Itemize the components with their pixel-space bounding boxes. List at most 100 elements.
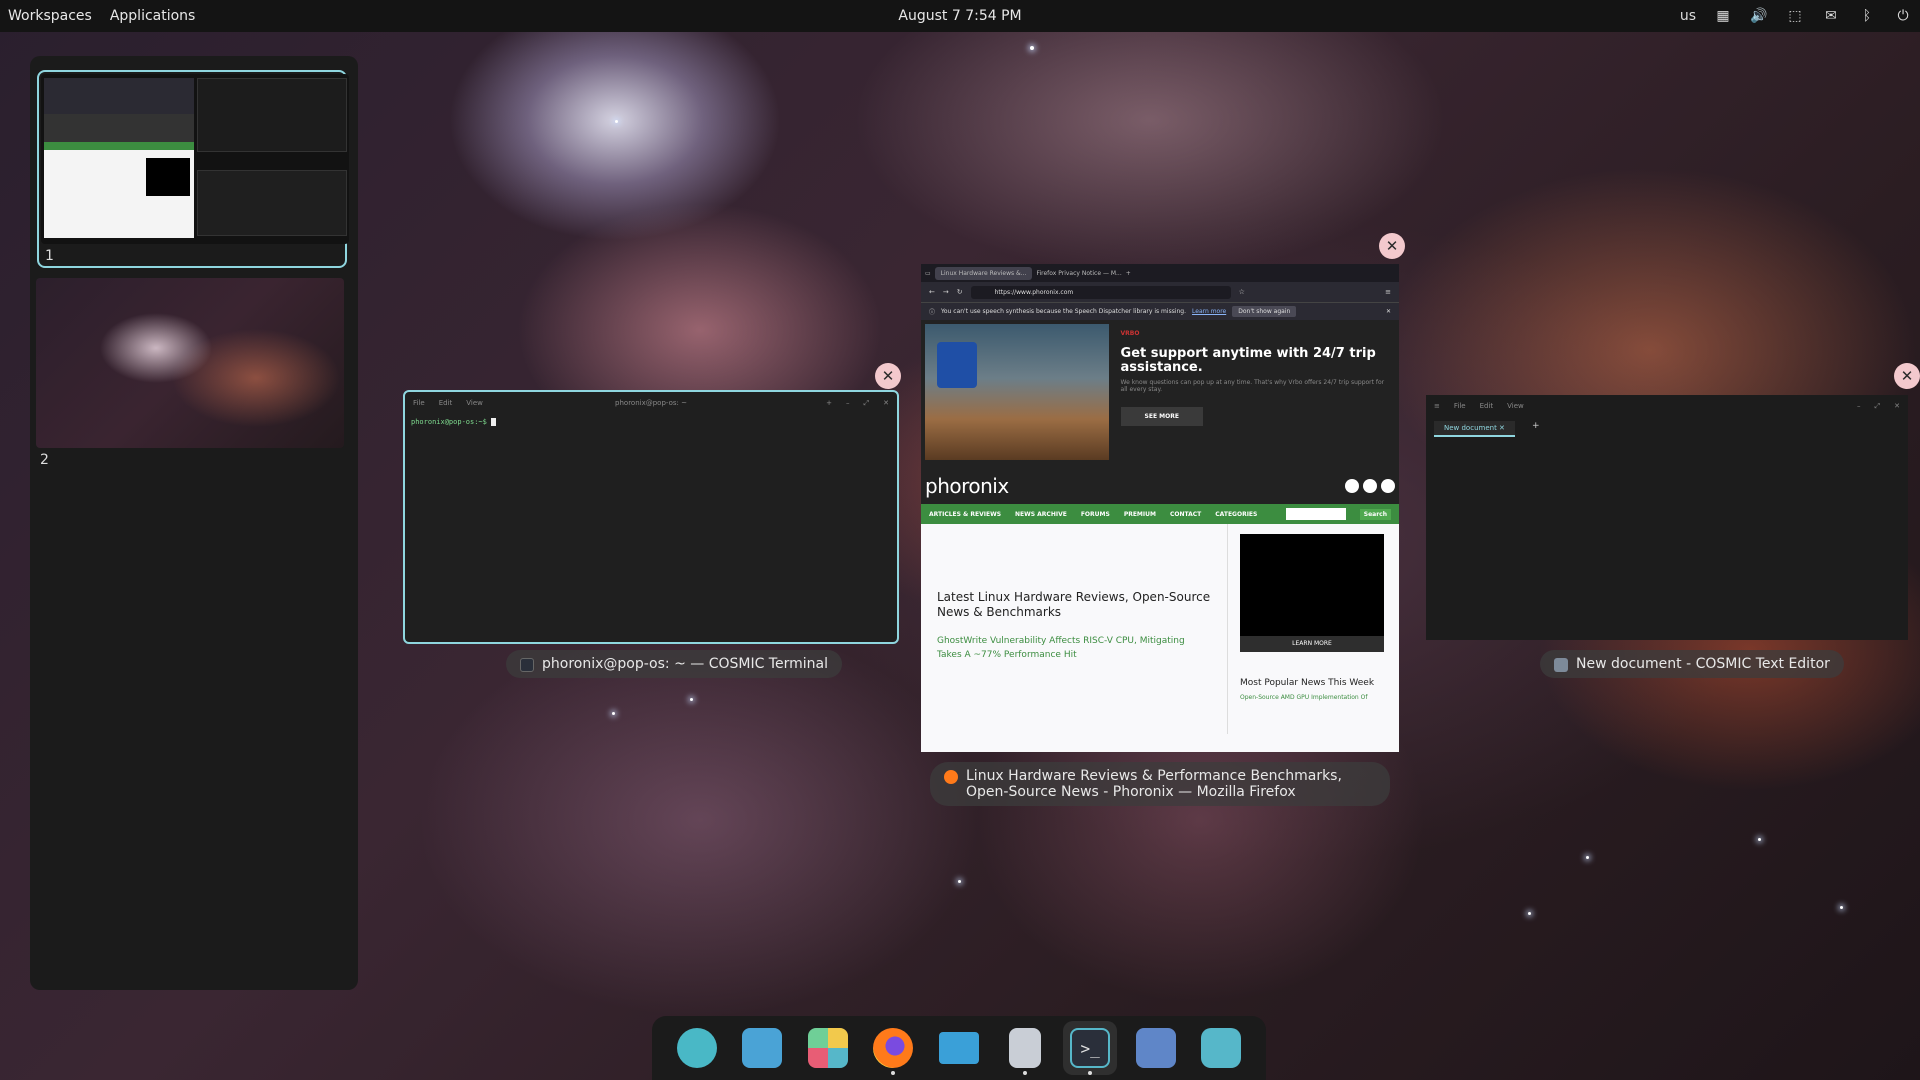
menu-icon[interactable]: ≡ (1385, 288, 1391, 296)
twitter-icon[interactable] (1363, 479, 1377, 493)
menu-file[interactable]: File (413, 399, 425, 407)
minimize-icon[interactable]: – (846, 399, 850, 408)
dock-settings[interactable] (1194, 1021, 1248, 1075)
star (1030, 46, 1034, 50)
close-notice-icon[interactable]: ✕ (1386, 308, 1391, 315)
tab-list-icon[interactable]: ▭ (925, 270, 931, 277)
maximize-icon[interactable]: ⤢ (1875, 402, 1881, 411)
applications-menu-button[interactable]: Applications (110, 8, 196, 24)
site-search-button[interactable]: Search (1359, 508, 1391, 520)
running-indicator (1022, 1071, 1027, 1075)
text-editor-window[interactable]: ≡ File Edit View – ⤢ ✕ New document ✕ + (1426, 395, 1908, 640)
app-grid-icon (807, 1028, 848, 1068)
dock-launcher[interactable] (670, 1021, 724, 1075)
phoronix-body: Latest Linux Hardware Reviews, Open-Sour… (921, 524, 1399, 734)
close-firefox-button[interactable]: ✕ (1379, 233, 1405, 259)
dock-files[interactable] (932, 1021, 986, 1075)
bluetooth-icon[interactable]: ᛒ (1858, 8, 1876, 24)
reload-icon[interactable]: ↻ (957, 288, 963, 296)
firefox-window-label[interactable]: Linux Hardware Reviews & Performance Ben… (930, 762, 1390, 806)
nav-categories[interactable]: CATEGORIES (1215, 511, 1257, 518)
popular-item-link[interactable]: Open-Source AMD GPU Implementation Of (1240, 694, 1387, 701)
minimize-icon[interactable]: – (1857, 402, 1861, 411)
star (615, 120, 618, 123)
star (1586, 856, 1589, 859)
new-tab-icon[interactable]: + (826, 399, 832, 408)
menu-view[interactable]: View (466, 399, 483, 407)
dock-text-editor[interactable] (998, 1021, 1052, 1075)
tab-privacy-notice[interactable]: Firefox Privacy Notice — M... (1036, 270, 1121, 277)
close-icon[interactable]: ✕ (1894, 402, 1900, 411)
dont-show-again-button[interactable]: Don't show again (1232, 306, 1297, 317)
tab-phoronix[interactable]: Linux Hardware Reviews &... (934, 266, 1033, 280)
dock-workspaces[interactable] (735, 1021, 789, 1075)
menu-view[interactable]: View (1507, 402, 1524, 410)
workspace-2-thumbnail (36, 278, 344, 448)
facebook-icon[interactable] (1345, 479, 1359, 493)
firefox-nav-bar: ← → ↻ https://www.phoronix.com ☆ ≡ (921, 282, 1399, 302)
menu-edit[interactable]: Edit (1480, 402, 1494, 410)
editor-window-label[interactable]: New document - COSMIC Text Editor (1540, 650, 1844, 678)
ad-body: We know questions can pop up at any time… (1120, 379, 1385, 393)
star (690, 698, 693, 701)
maximize-icon[interactable]: ⤢ (864, 399, 870, 408)
bookmark-star-icon[interactable]: ☆ (1239, 288, 1245, 296)
text-editor-icon (1008, 1028, 1041, 1068)
tiling-icon[interactable]: ▦ (1714, 8, 1732, 24)
star (1840, 906, 1843, 909)
new-tab-icon[interactable]: + (1126, 270, 1131, 277)
notifications-icon[interactable]: ✉ (1822, 8, 1840, 24)
thumb-editor-window (197, 78, 347, 152)
settings-toggle-icon (1201, 1028, 1242, 1068)
forward-icon[interactable]: → (943, 288, 949, 296)
network-icon[interactable]: ⬚ (1786, 8, 1804, 24)
power-icon[interactable]: ⏻ (1894, 8, 1912, 24)
close-editor-button[interactable]: ✕ (1894, 363, 1920, 389)
close-terminal-button[interactable]: ✕ (875, 363, 901, 389)
shop-icon (1135, 1028, 1176, 1068)
menu-edit[interactable]: Edit (439, 399, 453, 407)
workspace-2[interactable]: 2 (36, 278, 344, 468)
clock[interactable]: August 7 7:54 PM (898, 8, 1021, 24)
rss-icon[interactable] (1381, 479, 1395, 493)
firefox-window[interactable]: ▭ Linux Hardware Reviews &... Firefox Pr… (921, 264, 1399, 752)
thumb-firefox-window (44, 78, 194, 238)
sidebar-toggle-icon[interactable]: ≡ (1434, 402, 1440, 410)
terminal-content[interactable]: phoronix@pop-os:~$ (405, 414, 897, 430)
video-ad[interactable]: LEARN MORE (1240, 534, 1384, 652)
dock-applications[interactable] (801, 1021, 855, 1075)
phoronix-nav: ARTICLES & REVIEWS NEWS ARCHIVE FORUMS P… (921, 504, 1399, 524)
terminal-window[interactable]: File Edit View phoronix@pop-os: ~ + – ⤢ … (403, 390, 899, 644)
dock-firefox[interactable] (866, 1021, 920, 1075)
nav-news-archive[interactable]: NEWS ARCHIVE (1015, 511, 1067, 518)
nav-contact[interactable]: CONTACT (1170, 511, 1201, 518)
workspaces-menu-button[interactable]: Workspaces (8, 8, 92, 24)
nav-premium[interactable]: PREMIUM (1124, 511, 1156, 518)
editor-tab[interactable]: New document ✕ (1434, 421, 1515, 437)
thumb-terminal-window (197, 170, 347, 236)
nav-articles[interactable]: ARTICLES & REVIEWS (929, 511, 1001, 518)
keyboard-layout-indicator[interactable]: us (1680, 8, 1696, 24)
ad-banner[interactable]: VRBO Get support anytime with 24/7 trip … (921, 320, 1399, 468)
site-search-input[interactable] (1285, 508, 1346, 520)
learn-more-link[interactable]: Learn more (1192, 308, 1226, 315)
nav-forums[interactable]: FORUMS (1081, 511, 1110, 518)
url-bar[interactable]: https://www.phoronix.com (970, 285, 1231, 299)
ad-see-more-button[interactable]: SEE MORE (1120, 407, 1203, 426)
dock-terminal[interactable]: >_ (1063, 1021, 1118, 1075)
learn-more-button[interactable]: LEARN MORE (1240, 636, 1384, 652)
workspace-1[interactable]: 1 (37, 70, 349, 268)
close-icon[interactable]: ✕ (883, 399, 889, 408)
volume-icon[interactable]: 🔊 (1750, 8, 1768, 24)
article-link[interactable]: GhostWrite Vulnerability Affects RISC-V … (937, 634, 1211, 662)
terminal-window-label[interactable]: phoronix@pop-os: ~ — COSMIC Terminal (506, 650, 842, 678)
dock-shop[interactable] (1129, 1021, 1183, 1075)
terminal-titlebar: File Edit View phoronix@pop-os: ~ + – ⤢ … (405, 392, 897, 414)
new-tab-icon[interactable]: + (1532, 421, 1540, 431)
phoronix-logo[interactable]: phoronix (925, 474, 1009, 498)
launcher-icon (676, 1028, 717, 1068)
terminal-prompt: phoronix@pop-os:~$ (411, 418, 487, 426)
running-indicator (1088, 1071, 1093, 1075)
menu-file[interactable]: File (1454, 402, 1466, 410)
back-icon[interactable]: ← (929, 288, 935, 296)
